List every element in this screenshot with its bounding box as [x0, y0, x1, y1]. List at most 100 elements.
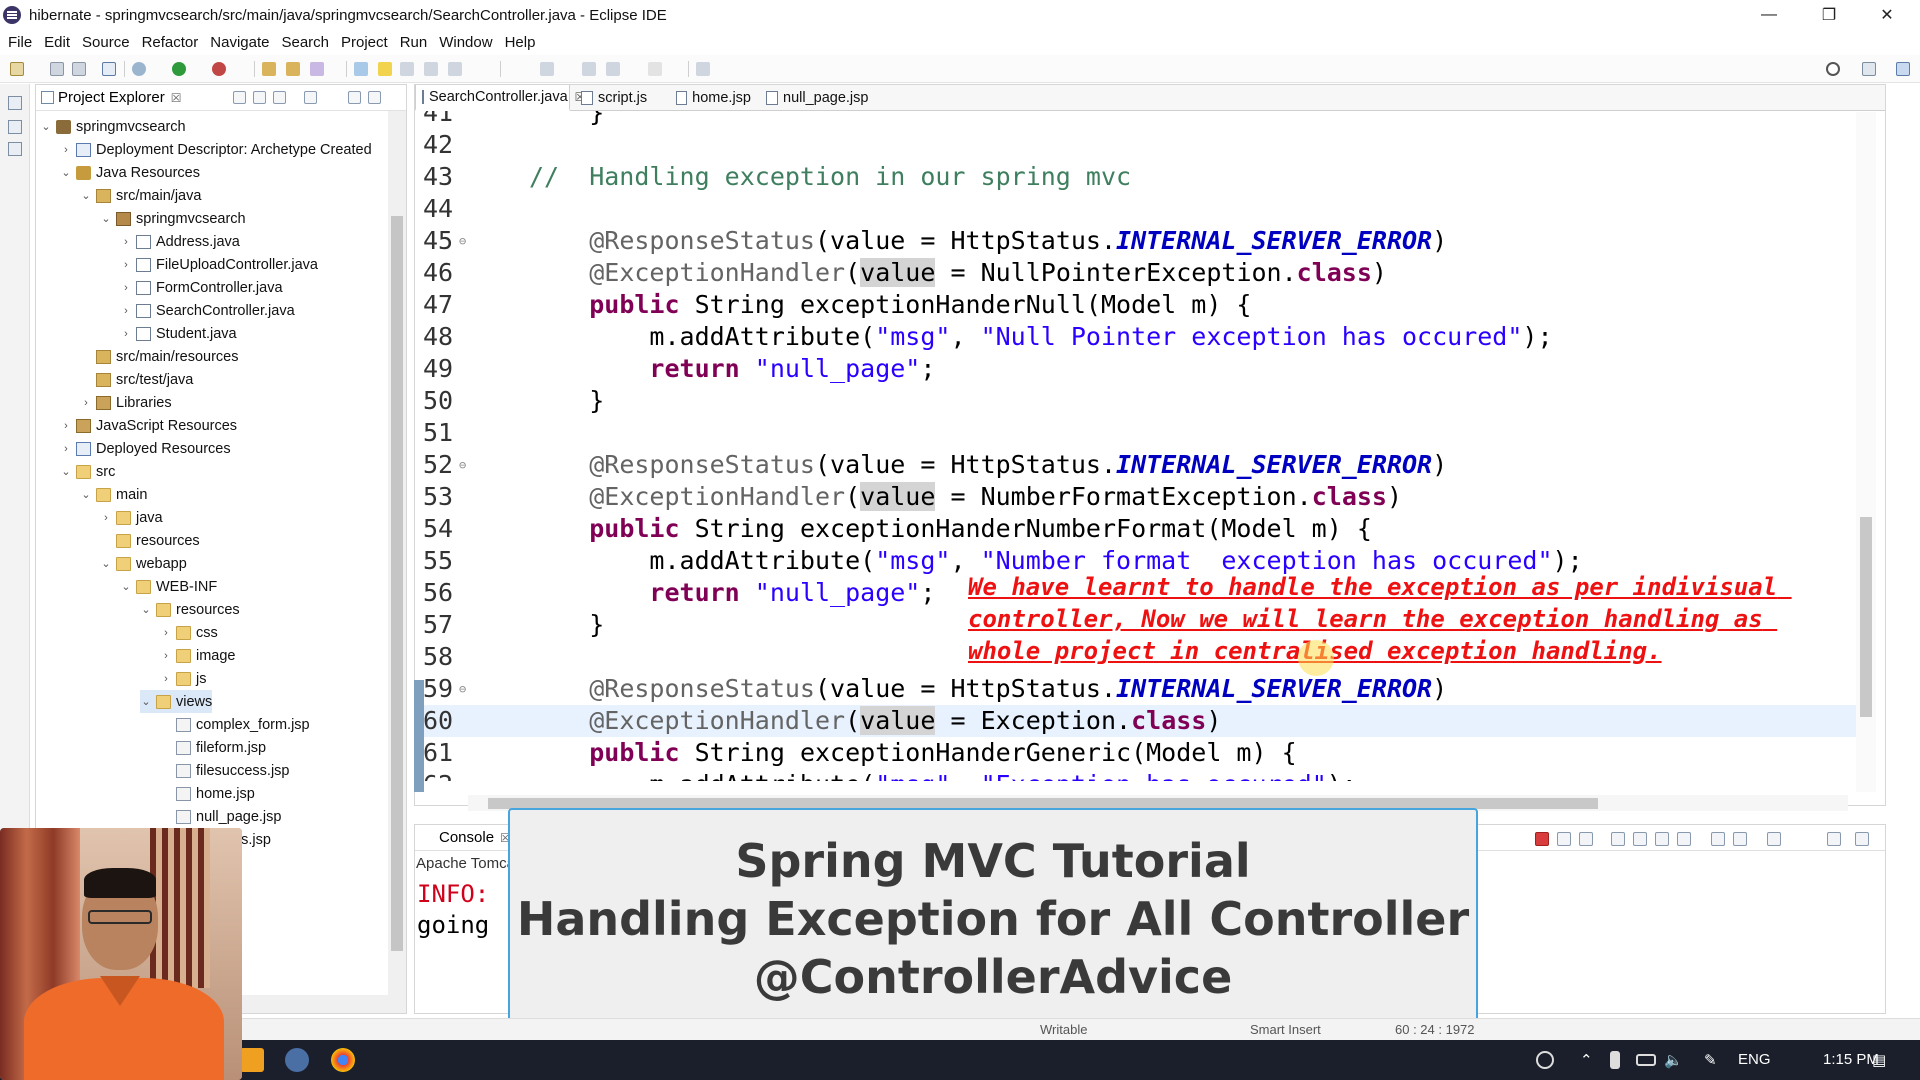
console-maximize-icon[interactable] — [1855, 832, 1869, 846]
people-icon[interactable] — [1536, 1051, 1554, 1069]
chevron-right-icon[interactable]: › — [60, 443, 72, 455]
microphone-icon[interactable] — [1610, 1051, 1620, 1069]
chevron-up-icon[interactable]: ⌃ — [1580, 1051, 1593, 1069]
fold-icon[interactable]: ⊖ — [459, 673, 466, 705]
tree-item[interactable]: › Libraries — [80, 391, 171, 414]
forward-icon[interactable] — [648, 62, 662, 76]
task-list-icon[interactable] — [8, 142, 22, 156]
clear-console-icon[interactable] — [1611, 832, 1625, 846]
toggle-breadcrumb-icon[interactable] — [354, 62, 368, 76]
tree-item[interactable]: fileform.jsp — [160, 736, 266, 759]
tree-item[interactable]: › image — [160, 644, 235, 667]
chevron-down-icon[interactable]: ⌄ — [140, 603, 152, 616]
editor-tab[interactable]: home.jsp — [670, 85, 758, 111]
chevron-down-icon[interactable]: ⌄ — [120, 580, 132, 593]
external-tools-icon[interactable] — [212, 62, 226, 76]
code-line[interactable]: 44 — [415, 193, 1865, 225]
tree-item[interactable]: ⌄ springmvcsearch — [40, 115, 185, 138]
block-selection-icon[interactable] — [400, 62, 414, 76]
editor-tab[interactable]: script.js — [575, 85, 665, 111]
code-line[interactable]: 43 // Handling exception in our spring mv… — [415, 161, 1865, 193]
search-toolbar-icon[interactable] — [310, 62, 324, 76]
outline-icon[interactable] — [8, 120, 22, 134]
tree-item[interactable]: › js — [160, 667, 206, 690]
project-explorer-close-icon[interactable]: ☒ — [171, 91, 182, 105]
paragraph-icon[interactable] — [448, 62, 462, 76]
menu-file[interactable]: File — [8, 34, 32, 51]
show-whitespace-icon[interactable] — [424, 62, 438, 76]
chevron-down-icon[interactable]: ⌄ — [100, 557, 112, 570]
last-edit-icon[interactable] — [582, 62, 596, 76]
maximize-view-icon[interactable] — [368, 91, 381, 104]
chevron-right-icon[interactable]: › — [60, 144, 72, 156]
filter-icon[interactable] — [273, 91, 286, 104]
tree-item[interactable]: filesuccess.jsp — [160, 759, 289, 782]
code-line[interactable]: 54 public String exceptionHanderNumberFo… — [415, 513, 1865, 545]
tree-item[interactable]: src/main/resources — [80, 345, 238, 368]
code-line[interactable]: 49 return "null_page"; — [415, 353, 1865, 385]
code-line[interactable]: 50 } — [415, 385, 1865, 417]
code-line[interactable]: 51 — [415, 417, 1865, 449]
chevron-right-icon[interactable]: › — [160, 627, 172, 639]
tree-item[interactable]: ⌄ src/main/java — [80, 184, 201, 207]
code-line[interactable]: 53 @ExceptionHandler(value = NumberForma… — [415, 481, 1865, 513]
debug-icon[interactable] — [132, 62, 146, 76]
next-annotation-icon[interactable] — [540, 62, 554, 76]
editor-vscroll[interactable] — [1856, 112, 1876, 792]
chevron-down-icon[interactable]: ⌄ — [60, 465, 72, 478]
chevron-down-icon[interactable]: ⌄ — [80, 189, 92, 202]
menu-refactor[interactable]: Refactor — [142, 34, 199, 51]
menu-run[interactable]: Run — [400, 34, 428, 51]
terminal-icon[interactable] — [102, 62, 116, 76]
tree-item[interactable]: ⌄ WEB-INF — [120, 575, 217, 598]
code-line[interactable]: 52 ⊖ @ResponseStatus(value = HttpStatus.I… — [415, 449, 1865, 481]
fold-icon[interactable]: ⊖ — [459, 449, 466, 481]
code-line[interactable]: 60 @ExceptionHandler(value = Exception.c… — [415, 705, 1865, 737]
tree-item[interactable]: › FileUploadController.java — [120, 253, 318, 276]
menu-project[interactable]: Project — [341, 34, 388, 51]
chrome-icon[interactable] — [331, 1048, 355, 1072]
tree-item[interactable]: › FormController.java — [120, 276, 282, 299]
chevron-right-icon[interactable]: › — [120, 328, 132, 340]
code-line[interactable]: 46 @ExceptionHandler(value = NullPointer… — [415, 257, 1865, 289]
tree-item[interactable]: ⌄ webapp — [100, 552, 186, 575]
code-line[interactable]: 45 ⊖ @ResponseStatus(value = HttpStatus.I… — [415, 225, 1865, 257]
tree-item[interactable]: ⌄ Java Resources — [60, 161, 200, 184]
menu-navigate[interactable]: Navigate — [210, 34, 269, 51]
fold-icon[interactable]: ⊖ — [459, 225, 466, 257]
tree-item[interactable]: complex_form.jsp — [160, 713, 310, 736]
remove-all-icon[interactable] — [1579, 832, 1593, 846]
editor-tab[interactable]: SearchController.java☒ — [415, 85, 585, 111]
chevron-right-icon[interactable]: › — [120, 305, 132, 317]
tree-item[interactable]: › css — [160, 621, 218, 644]
chevron-right-icon[interactable]: › — [160, 673, 172, 685]
tree-item[interactable]: src/test/java — [80, 368, 193, 391]
project-explorer-title[interactable]: Project Explorer — [58, 89, 165, 106]
chevron-right-icon[interactable]: › — [80, 397, 92, 409]
menu-help[interactable]: Help — [505, 34, 536, 51]
terminate-icon[interactable] — [1535, 832, 1549, 846]
save-icon[interactable] — [50, 62, 64, 76]
tree-item[interactable]: ⌄ main — [80, 483, 147, 506]
toggle-highlight-icon[interactable] — [378, 62, 392, 76]
volume-icon[interactable]: 🔈 — [1664, 1051, 1683, 1069]
code-line[interactable]: 47 public String exceptionHanderNull(Mod… — [415, 289, 1865, 321]
eclipse-taskbar-icon[interactable] — [285, 1048, 309, 1072]
console-title[interactable]: Console — [439, 829, 494, 846]
perspective-icon[interactable] — [1862, 62, 1876, 76]
code-area[interactable]: 41 } 42 43// Handling exception in our spr… — [415, 111, 1865, 781]
code-line[interactable]: 48 m.addAttribute("msg", "Null Pointer e… — [415, 321, 1865, 353]
notifications-icon[interactable]: ▤ — [1872, 1051, 1886, 1069]
tree-item[interactable]: ⌄ views — [140, 690, 213, 713]
collapse-all-icon[interactable] — [233, 91, 246, 104]
link-with-editor-icon[interactable] — [253, 91, 266, 104]
close-button[interactable]: ✕ — [1858, 0, 1916, 30]
chevron-right-icon[interactable]: › — [120, 236, 132, 248]
project-explorer-vscroll[interactable] — [388, 111, 406, 996]
word-wrap-icon[interactable] — [1655, 832, 1669, 846]
chevron-right-icon[interactable]: › — [100, 512, 112, 524]
save-all-icon[interactable] — [72, 62, 86, 76]
minimized-view-icon[interactable] — [8, 96, 22, 110]
open-type-icon[interactable] — [262, 62, 276, 76]
menu-edit[interactable]: Edit — [44, 34, 70, 51]
